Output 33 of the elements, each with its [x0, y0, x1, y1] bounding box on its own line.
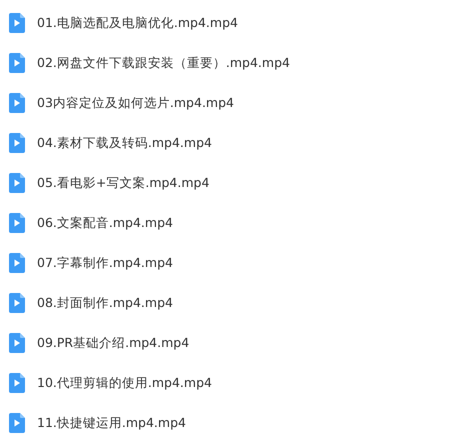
file-row[interactable]: 10.代理剪辑的使用.mp4.mp4 — [0, 363, 450, 403]
video-file-icon — [9, 13, 25, 33]
file-name: 11.快捷键运用.mp4.mp4 — [37, 414, 186, 432]
file-row[interactable]: 02.网盘文件下载跟安装（重要）.mp4.mp4 — [0, 43, 450, 83]
file-name: 08.封面制作.mp4.mp4 — [37, 294, 173, 312]
file-row[interactable]: 07.字幕制作.mp4.mp4 — [0, 243, 450, 283]
file-name: 09.PR基础介绍.mp4.mp4 — [37, 334, 190, 352]
file-row[interactable]: 04.素材下载及转码.mp4.mp4 — [0, 123, 450, 163]
file-name: 07.字幕制作.mp4.mp4 — [37, 254, 173, 272]
video-file-icon — [9, 373, 25, 393]
file-name: 01.电脑选配及电脑优化.mp4.mp4 — [37, 14, 238, 32]
file-name: 03内容定位及如何选片.mp4.mp4 — [37, 94, 234, 112]
video-file-icon — [9, 293, 25, 313]
file-row[interactable]: 05.看电影+写文案.mp4.mp4 — [0, 163, 450, 203]
video-file-icon — [9, 413, 25, 433]
file-name: 10.代理剪辑的使用.mp4.mp4 — [37, 374, 212, 392]
video-file-icon — [9, 173, 25, 193]
video-file-icon — [9, 133, 25, 153]
file-row[interactable]: 01.电脑选配及电脑优化.mp4.mp4 — [0, 3, 450, 43]
video-file-icon — [9, 253, 25, 273]
file-row[interactable]: 09.PR基础介绍.mp4.mp4 — [0, 323, 450, 363]
file-row[interactable]: 03内容定位及如何选片.mp4.mp4 — [0, 83, 450, 123]
video-file-icon — [9, 53, 25, 73]
file-name: 02.网盘文件下载跟安装（重要）.mp4.mp4 — [37, 54, 290, 72]
video-file-icon — [9, 93, 25, 113]
file-name: 04.素材下载及转码.mp4.mp4 — [37, 134, 212, 152]
file-row[interactable]: 08.封面制作.mp4.mp4 — [0, 283, 450, 323]
video-file-icon — [9, 333, 25, 353]
file-row[interactable]: 06.文案配音.mp4.mp4 — [0, 203, 450, 243]
video-file-icon — [9, 213, 25, 233]
file-row[interactable]: 11.快捷键运用.mp4.mp4 — [0, 403, 450, 437]
file-name: 05.看电影+写文案.mp4.mp4 — [37, 174, 210, 192]
file-name: 06.文案配音.mp4.mp4 — [37, 214, 173, 232]
